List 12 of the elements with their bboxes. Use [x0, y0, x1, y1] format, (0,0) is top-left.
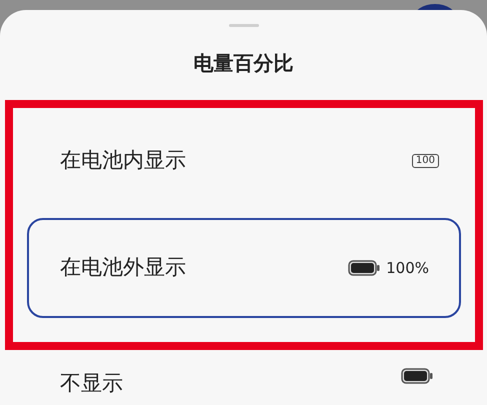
option-label: 不显示	[60, 370, 123, 397]
battery-reading: 100%	[386, 258, 429, 279]
drag-handle[interactable]	[228, 24, 258, 27]
option-row[interactable]: 在电池内显示 100	[13, 108, 475, 214]
battery-icon	[401, 368, 433, 384]
option-label: 在电池内显示	[60, 147, 186, 174]
option-row[interactable]: 在电池外显示 100%	[27, 218, 461, 318]
battery-icon	[348, 260, 380, 276]
option-label: 在电池外显示	[60, 254, 186, 282]
battery-icon: 100	[412, 154, 439, 168]
option-row[interactable]: 不显示	[0, 350, 487, 405]
sheet-title: 电量百分比	[192, 50, 294, 77]
